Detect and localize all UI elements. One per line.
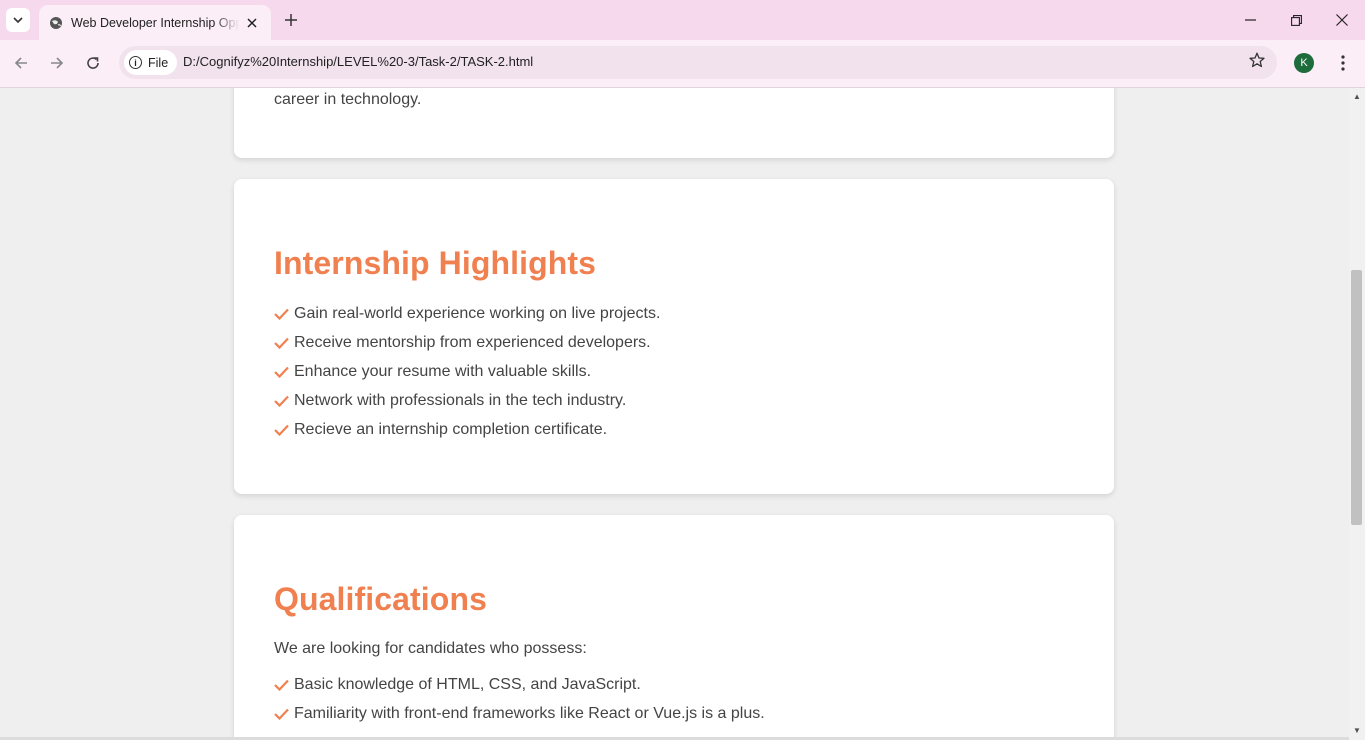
list-item-text: Basic knowledge of HTML, CSS, and JavaSc…: [294, 675, 641, 693]
tab-search-icon[interactable]: [6, 8, 30, 32]
restore-icon[interactable]: [1273, 0, 1319, 40]
scrollbar-thumb[interactable]: [1351, 270, 1362, 525]
check-icon: [274, 366, 289, 378]
list-item: Network with professionals in the tech i…: [274, 386, 660, 415]
check-icon: [274, 679, 289, 691]
plus-icon[interactable]: [280, 9, 302, 31]
highlights-list: Gain real-world experience working on li…: [274, 299, 660, 444]
check-icon: [274, 337, 289, 349]
vertical-scrollbar[interactable]: ▲ ▼: [1349, 88, 1365, 740]
list-item: Gain real-world experience working on li…: [274, 299, 660, 328]
qualifications-intro: We are looking for candidates who posses…: [274, 640, 587, 657]
intro-tail-text: career in technology.: [274, 91, 422, 108]
list-item-text: Gain real-world experience working on li…: [294, 304, 661, 322]
tab-title: Web Developer Internship Opportunity: [71, 15, 239, 30]
list-item-text: Network with professionals in the tech i…: [294, 391, 627, 409]
site-info-chip[interactable]: i File: [124, 50, 178, 75]
url-text[interactable]: D:/Cognifyz%20Internship/LEVEL%20-3/Task…: [183, 54, 533, 69]
qualifications-card: Qualifications We are looking for candid…: [234, 515, 1114, 740]
list-item: Basic knowledge of HTML, CSS, and JavaSc…: [274, 670, 765, 699]
highlights-title: Internship Highlights: [274, 245, 597, 281]
browser-toolbar: i File D:/Cognifyz%20Internship/LEVEL%20…: [0, 40, 1365, 88]
close-icon[interactable]: [243, 14, 261, 32]
scroll-up-icon[interactable]: ▲: [1349, 88, 1365, 104]
list-item-text: Receive mentorship from experienced deve…: [294, 333, 651, 351]
globe-icon: [48, 15, 64, 31]
avatar[interactable]: K: [1294, 53, 1314, 73]
window-close-icon[interactable]: [1319, 0, 1365, 40]
page-viewport: career in technology. Internship Highlig…: [0, 88, 1349, 740]
list-item-text: Familiarity with front-end frameworks li…: [294, 704, 765, 722]
check-icon: [274, 708, 289, 720]
minimize-icon[interactable]: [1227, 0, 1273, 40]
intro-card: career in technology.: [234, 88, 1114, 158]
list-item-text: Recieve an internship completion certifi…: [294, 420, 608, 438]
qualifications-title: Qualifications: [274, 581, 487, 617]
highlights-card: Internship Highlights Gain real-world ex…: [234, 179, 1114, 494]
kebab-menu-icon[interactable]: [1333, 51, 1353, 75]
scroll-down-icon[interactable]: ▼: [1349, 722, 1365, 738]
check-icon: [274, 424, 289, 436]
list-item: Receive mentorship from experienced deve…: [274, 328, 660, 357]
list-item-text: Enhance your resume with valuable skills…: [294, 362, 592, 380]
site-chip-label: File: [148, 55, 169, 70]
reload-icon[interactable]: [81, 51, 105, 75]
info-icon: i: [129, 56, 142, 69]
check-icon: [274, 308, 289, 320]
list-item: Familiarity with front-end frameworks li…: [274, 699, 765, 728]
tab-strip: Web Developer Internship Opportunity: [0, 0, 1365, 40]
list-item: Enhance your resume with valuable skills…: [274, 357, 660, 386]
back-arrow-icon[interactable]: [9, 51, 33, 75]
qualifications-list: Basic knowledge of HTML, CSS, and JavaSc…: [274, 670, 765, 728]
address-bar[interactable]: i File D:/Cognifyz%20Internship/LEVEL%20…: [119, 46, 1277, 79]
forward-arrow-icon[interactable]: [45, 51, 69, 75]
check-icon: [274, 395, 289, 407]
active-tab[interactable]: Web Developer Internship Opportunity: [39, 5, 271, 40]
star-icon[interactable]: [1249, 52, 1265, 73]
list-item: Recieve an internship completion certifi…: [274, 415, 660, 444]
